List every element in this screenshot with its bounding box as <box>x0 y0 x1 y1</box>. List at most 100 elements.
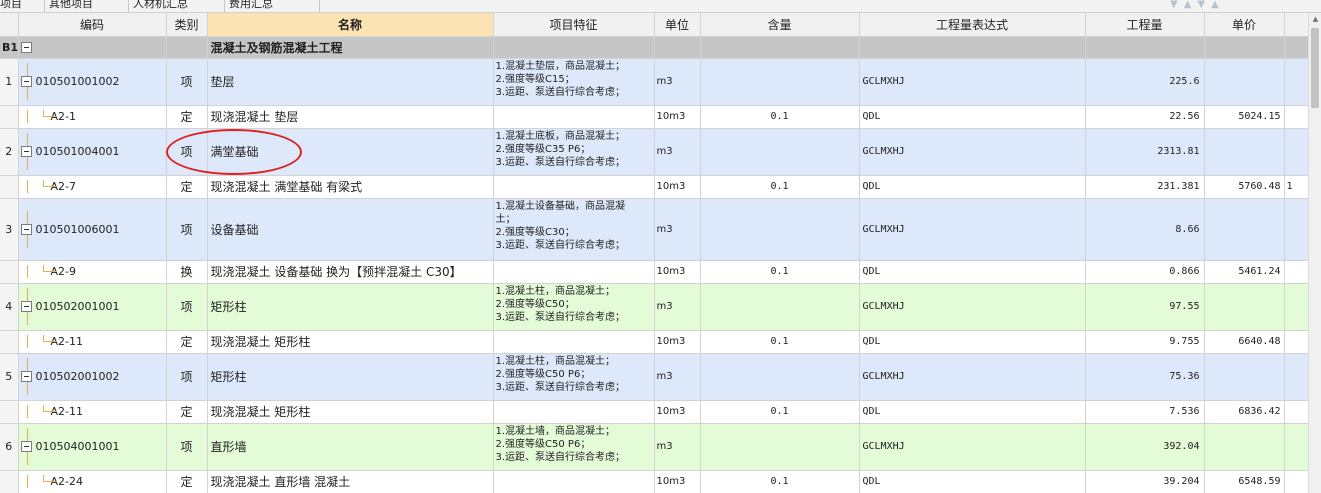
code-cell[interactable]: 010501006001 <box>18 198 167 261</box>
amount-cell[interactable]: 22.56 <box>1085 105 1205 129</box>
unit-cell[interactable]: 10m3 <box>654 400 701 424</box>
quota-sub-row[interactable]: A2-7 定现浇混凝土 满堂基础 有梁式 10m3 0.1 QDL 231.381 5760… <box>0 175 1309 199</box>
scroll-thumb[interactable] <box>1311 28 1319 108</box>
feature-cell[interactable]: 1.混凝土柱，商品混凝土； 2.强度等级C50； 3.运距、泵送自行综合考虑； <box>493 283 655 331</box>
amount-cell[interactable]: 75.36 <box>1085 353 1205 401</box>
header-expr[interactable]: 工程量表达式 <box>859 13 1086 37</box>
collapse-toggle-icon[interactable] <box>20 41 32 53</box>
feature-cell[interactable] <box>493 260 655 284</box>
code-cell[interactable]: 010502001001 <box>18 283 167 331</box>
price-cell[interactable] <box>1204 128 1285 176</box>
name-cell[interactable]: 现浇混凝土 矩形柱 <box>207 330 494 354</box>
code-cell[interactable]: A2-9 <box>18 260 167 284</box>
price-cell[interactable]: 6836.42 <box>1204 400 1285 424</box>
price-cell[interactable] <box>1204 198 1285 261</box>
name-cell[interactable]: 设备基础 <box>207 198 494 261</box>
amount-cell[interactable]: 39.204 <box>1085 470 1205 493</box>
content-cell[interactable] <box>700 198 860 261</box>
tab-items[interactable]: 项目 <box>0 0 40 12</box>
price-cell[interactable] <box>1204 423 1285 471</box>
collapse-toggle-icon[interactable] <box>20 223 32 235</box>
quota-sub-row[interactable]: A2-24 定现浇混凝土 直形墙 混凝土 10m3 0.1 QDL 39.204 6548.… <box>0 470 1309 493</box>
expr-cell[interactable]: QDL <box>859 470 1086 493</box>
price-cell[interactable]: 6548.59 <box>1204 470 1285 493</box>
header-amount[interactable]: 工程量 <box>1085 13 1205 37</box>
code-cell[interactable]: A2-11 <box>18 330 167 354</box>
amount-cell[interactable]: 231.381 <box>1085 175 1205 199</box>
content-cell[interactable]: 0.1 <box>700 400 860 424</box>
expr-cell[interactable]: GCLMXHJ <box>859 353 1086 401</box>
header-type[interactable]: 类别 <box>166 13 208 37</box>
feature-cell[interactable] <box>493 330 655 354</box>
bill-item-row[interactable]: 6 010504001001 项直形墙 1.混凝土墙，商品混凝土； 2.强度等级C50 … <box>0 423 1309 471</box>
unit-cell[interactable]: m3 <box>654 283 701 331</box>
name-cell[interactable]: 现浇混凝土 设备基础 换为【预拌混凝土 C30】 <box>207 260 494 284</box>
unit-cell[interactable]: m3 <box>654 128 701 176</box>
code-cell[interactable]: A2-11 <box>18 400 167 424</box>
type-cell[interactable]: 项 <box>166 198 208 261</box>
collapse-toggle-icon[interactable] <box>20 441 32 452</box>
content-cell[interactable] <box>700 128 860 176</box>
price-cell[interactable]: 5024.15 <box>1204 105 1285 129</box>
amount-cell[interactable]: 97.55 <box>1085 283 1205 331</box>
name-cell[interactable]: 直形墙 <box>207 423 494 471</box>
tab-other-items[interactable]: 其他项目 <box>44 0 128 12</box>
feature-cell[interactable] <box>493 105 655 129</box>
expr-cell[interactable]: GCLMXHJ <box>859 58 1086 106</box>
name-cell[interactable]: 现浇混凝土 满堂基础 有梁式 <box>207 175 494 199</box>
amount-cell[interactable]: 392.04 <box>1085 423 1205 471</box>
expr-cell[interactable]: QDL <box>859 330 1086 354</box>
expr-cell[interactable]: GCLMXHJ <box>859 283 1086 331</box>
quota-sub-row[interactable]: A2-1 定现浇混凝土 垫层 10m3 0.1 QDL 22.56 5024.15 <box>0 105 1309 129</box>
unit-cell[interactable]: m3 <box>654 423 701 471</box>
content-cell[interactable]: 0.1 <box>700 105 860 129</box>
expr-cell[interactable]: QDL <box>859 175 1086 199</box>
content-cell[interactable] <box>700 283 860 331</box>
price-cell[interactable] <box>1204 58 1285 106</box>
collapse-toggle-icon[interactable] <box>20 371 32 382</box>
content-cell[interactable] <box>700 353 860 401</box>
code-cell[interactable]: A2-24 <box>18 470 167 493</box>
collapse-toggle-icon[interactable] <box>20 76 32 87</box>
bill-item-row[interactable]: 4 010502001001 项矩形柱 1.混凝土柱，商品混凝土； 2.强度等级C50；… <box>0 283 1309 331</box>
type-cell[interactable]: 项 <box>166 353 208 401</box>
price-cell[interactable] <box>1204 283 1285 331</box>
feature-cell[interactable] <box>493 470 655 493</box>
content-cell[interactable]: 0.1 <box>700 330 860 354</box>
amount-cell[interactable]: 8.66 <box>1085 198 1205 261</box>
feature-cell[interactable]: 1.混凝土设备基础，商品混凝 土； 2.强度等级C30； 3.运距、泵送自行综合考虑； <box>493 198 655 261</box>
code-cell[interactable]: A2-7 <box>18 175 167 199</box>
unit-cell[interactable]: 10m3 <box>654 470 701 493</box>
bill-item-row[interactable]: 5 010502001002 项矩形柱 1.混凝土柱，商品混凝土； 2.强度等级C50 … <box>0 353 1309 401</box>
unit-cell[interactable]: m3 <box>654 198 701 261</box>
type-cell[interactable]: 换 <box>166 260 208 284</box>
type-cell[interactable]: 定 <box>166 105 208 129</box>
header-rownum[interactable] <box>0 13 19 37</box>
amount-cell[interactable]: 7.536 <box>1085 400 1205 424</box>
expr-cell[interactable]: QDL <box>859 105 1086 129</box>
type-cell[interactable]: 项 <box>166 58 208 106</box>
header-unit[interactable]: 单位 <box>654 13 701 37</box>
header-price[interactable]: 单价 <box>1204 13 1285 37</box>
code-cell[interactable]: 010504001001 <box>18 423 167 471</box>
price-cell[interactable] <box>1204 353 1285 401</box>
group-name[interactable]: 混凝土及钢筋混凝土工程 <box>207 36 494 59</box>
unit-cell[interactable]: 10m3 <box>654 105 701 129</box>
bill-item-row[interactable]: 1 010501001002 项垫层 1.混凝土垫层，商品混凝土； 2.强度等级C15；… <box>0 58 1309 106</box>
header-code[interactable]: 编码 <box>18 13 167 37</box>
vertical-scrollbar[interactable]: ▲ <box>1308 13 1321 493</box>
unit-cell[interactable]: m3 <box>654 58 701 106</box>
type-cell[interactable]: 项 <box>166 283 208 331</box>
price-cell[interactable]: 5760.48 <box>1204 175 1285 199</box>
bill-item-row[interactable]: 3 010501006001 项设备基础 1.混凝土设备基础，商品混凝 土； 2.强度等级… <box>0 198 1309 261</box>
unit-cell[interactable]: 10m3 <box>654 330 701 354</box>
header-feature[interactable]: 项目特征 <box>493 13 655 37</box>
name-cell[interactable]: 现浇混凝土 直形墙 混凝土 <box>207 470 494 493</box>
name-cell[interactable]: 现浇混凝土 矩形柱 <box>207 400 494 424</box>
tab-cost-summary[interactable]: 费用汇总 <box>224 0 320 12</box>
group-row[interactable]: B1 混凝土及钢筋混凝土工程 <box>0 36 1309 59</box>
expr-cell[interactable]: QDL <box>859 260 1086 284</box>
content-cell[interactable]: 0.1 <box>700 175 860 199</box>
feature-cell[interactable] <box>493 175 655 199</box>
expr-cell[interactable]: GCLMXHJ <box>859 198 1086 261</box>
